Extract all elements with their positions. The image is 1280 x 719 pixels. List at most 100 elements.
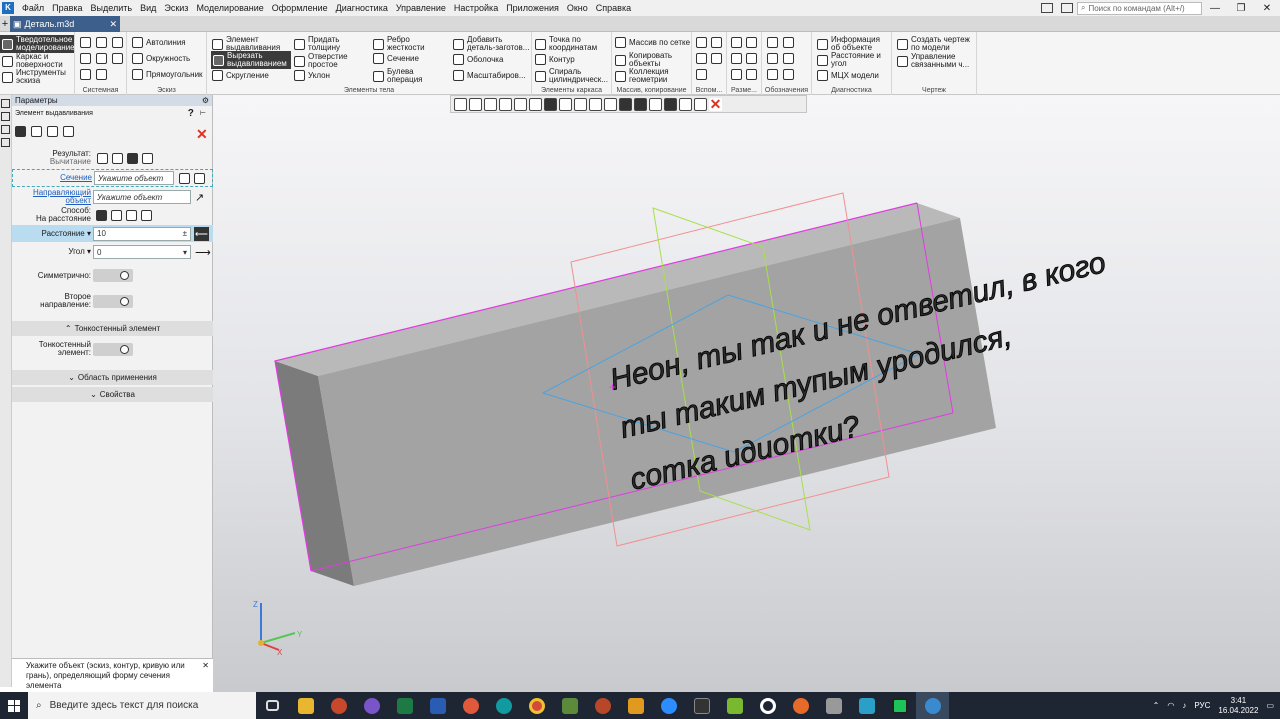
taskbar-app-circle[interactable] xyxy=(751,692,784,719)
taskbar-viber[interactable] xyxy=(355,692,388,719)
close-button[interactable]: ✕ xyxy=(1254,3,1280,14)
radial-dim-icon[interactable] xyxy=(731,53,742,64)
line-icon[interactable] xyxy=(696,69,707,80)
mode-frame-button[interactable]: Каркас и поверхности xyxy=(2,53,72,69)
tree-view-icon[interactable]: ⊢ xyxy=(200,109,206,117)
tab-thin-icon[interactable] xyxy=(31,126,42,137)
properties-section[interactable]: ⌄ Свойства xyxy=(12,387,213,402)
task-view-button[interactable] xyxy=(256,692,289,719)
object-info-button[interactable]: Информация об объекте xyxy=(817,36,891,52)
menu-modeling[interactable]: Моделирование xyxy=(192,3,267,13)
menu-help[interactable]: Справка xyxy=(592,3,635,13)
circle-button[interactable]: Окружность xyxy=(132,53,190,64)
taskbar-app-doc[interactable] xyxy=(817,692,850,719)
diameter-dim-icon[interactable] xyxy=(746,53,757,64)
method-through-all-icon[interactable] xyxy=(111,209,122,221)
axis-icon[interactable] xyxy=(696,37,707,48)
wifi-icon[interactable]: ◠ xyxy=(1167,701,1174,710)
restore-button[interactable]: ❐ xyxy=(1228,3,1254,14)
tree-icon[interactable] xyxy=(1,99,10,108)
menu-window[interactable]: Окно xyxy=(563,3,592,13)
tab-params-icon[interactable] xyxy=(15,126,26,137)
model-viewport[interactable]: ✕ Неон, ты так и не ответил, в кого ты т… xyxy=(213,95,1280,692)
tolerance-icon[interactable] xyxy=(783,53,794,64)
save-icon[interactable] xyxy=(112,37,123,48)
thin-wall-section[interactable]: ⌃ Тонкостенный элемент xyxy=(12,321,213,336)
redo-icon[interactable] xyxy=(96,69,107,80)
extrude-button[interactable]: Элемент выдавливания xyxy=(212,36,290,52)
taskbar-app-red[interactable] xyxy=(586,692,619,719)
mark-icon[interactable] xyxy=(767,69,778,80)
fillet-button[interactable]: Скругление xyxy=(212,70,269,81)
create-drawing-button[interactable]: Создать чертеж по модели xyxy=(897,36,975,52)
point-button[interactable]: Точка по координатам xyxy=(535,36,611,52)
distance-label[interactable]: Расстояние xyxy=(42,229,85,238)
auto-dim-icon[interactable] xyxy=(731,69,742,80)
taskbar-app-2k[interactable] xyxy=(685,692,718,719)
cut-extrude-button[interactable]: Вырезать выдавливанием xyxy=(211,51,291,69)
second-direction-toggle[interactable] xyxy=(93,294,133,308)
method-to-vertex-icon[interactable] xyxy=(126,209,137,221)
weld-icon[interactable] xyxy=(783,69,794,80)
taskbar-word[interactable] xyxy=(421,692,454,719)
tab-props-icon[interactable] xyxy=(63,126,74,137)
copy-objects-button[interactable]: Копировать объекты xyxy=(615,52,691,68)
notification-icon[interactable]: ▭ xyxy=(1266,701,1274,710)
arrow-pick-icon[interactable]: ↗ xyxy=(195,191,204,204)
taskbar-excel[interactable] xyxy=(388,692,421,719)
menu-diagnostics[interactable]: Диагностика xyxy=(332,3,392,13)
menu-view[interactable]: Вид xyxy=(136,3,160,13)
taskbar-minecraft[interactable] xyxy=(553,692,586,719)
taskbar-explorer[interactable] xyxy=(289,692,322,719)
spiral-button[interactable]: Спираль цилиндрическ... xyxy=(535,68,611,84)
properties-icon[interactable] xyxy=(112,53,123,64)
gear-icon[interactable]: ⚙ xyxy=(202,96,209,105)
roughness-icon[interactable] xyxy=(767,37,778,48)
taskbar-figma[interactable] xyxy=(454,692,487,719)
direction-field[interactable]: Укажите объект xyxy=(93,190,191,204)
taskbar-app-layers[interactable] xyxy=(718,692,751,719)
command-search[interactable]: ⌕ Поиск по командам (Alt+/) xyxy=(1077,1,1202,15)
taskbar-arduino[interactable] xyxy=(487,692,520,719)
method-distance-icon[interactable] xyxy=(96,209,107,221)
shell-button[interactable]: Оболочка xyxy=(453,54,503,65)
symmetric-toggle[interactable] xyxy=(93,269,133,282)
mode-sketch-tools-button[interactable]: Инструменты эскиза xyxy=(2,69,72,85)
menu-sketch[interactable]: Эскиз xyxy=(160,3,192,13)
angle-chevron-icon[interactable]: ▾ xyxy=(87,247,91,256)
volume-icon[interactable]: ♪ xyxy=(1182,701,1186,710)
result-intersect-icon[interactable] xyxy=(142,152,153,164)
menu-control[interactable]: Управление xyxy=(392,3,450,13)
tab-document[interactable]: ▣ Деталь.m3d ✕ xyxy=(10,16,120,32)
taskbar-app-orange[interactable] xyxy=(619,692,652,719)
taskbar-powerpoint[interactable] xyxy=(322,692,355,719)
tab-scope-icon[interactable] xyxy=(47,126,58,137)
undo-icon[interactable] xyxy=(80,69,91,80)
cs-icon[interactable] xyxy=(711,53,722,64)
slope-button[interactable]: Уклон xyxy=(294,70,330,81)
variables-icon[interactable] xyxy=(1,125,10,134)
open-icon[interactable] xyxy=(96,37,107,48)
menu-file[interactable]: Файл xyxy=(18,3,48,13)
result-subtract-icon[interactable] xyxy=(127,152,138,164)
taskbar-pycharm[interactable] xyxy=(883,692,916,719)
taskbar-firefox[interactable] xyxy=(784,692,817,719)
layers-icon[interactable] xyxy=(1,112,10,121)
menu-apps[interactable]: Приложения xyxy=(502,3,563,13)
section-field[interactable]: Укажите объект xyxy=(94,171,174,185)
screenshot-icon[interactable] xyxy=(1061,3,1073,13)
section-button[interactable]: Сечение xyxy=(373,53,419,64)
mode-solid-button[interactable]: Твердотельное моделирование xyxy=(0,35,75,53)
keyboard-lang[interactable]: РУС xyxy=(1194,701,1210,710)
taskbar-zoom[interactable] xyxy=(652,692,685,719)
manage-drawings-button[interactable]: Управление связанными ч... xyxy=(897,53,975,69)
minimize-button[interactable]: — xyxy=(1202,3,1228,14)
grid-array-button[interactable]: Массив по сетке xyxy=(615,37,690,48)
sketch-select-icon[interactable] xyxy=(179,172,190,184)
result-auto-icon[interactable] xyxy=(97,152,108,164)
result-new-body-icon[interactable] xyxy=(112,152,123,164)
plane-icon[interactable] xyxy=(711,37,722,48)
mass-properties-button[interactable]: МЦХ модели xyxy=(817,70,879,81)
contour-button[interactable]: Контур xyxy=(535,54,575,65)
taskbar-search[interactable]: ⌕ Введите здесь текст для поиска xyxy=(28,692,256,719)
